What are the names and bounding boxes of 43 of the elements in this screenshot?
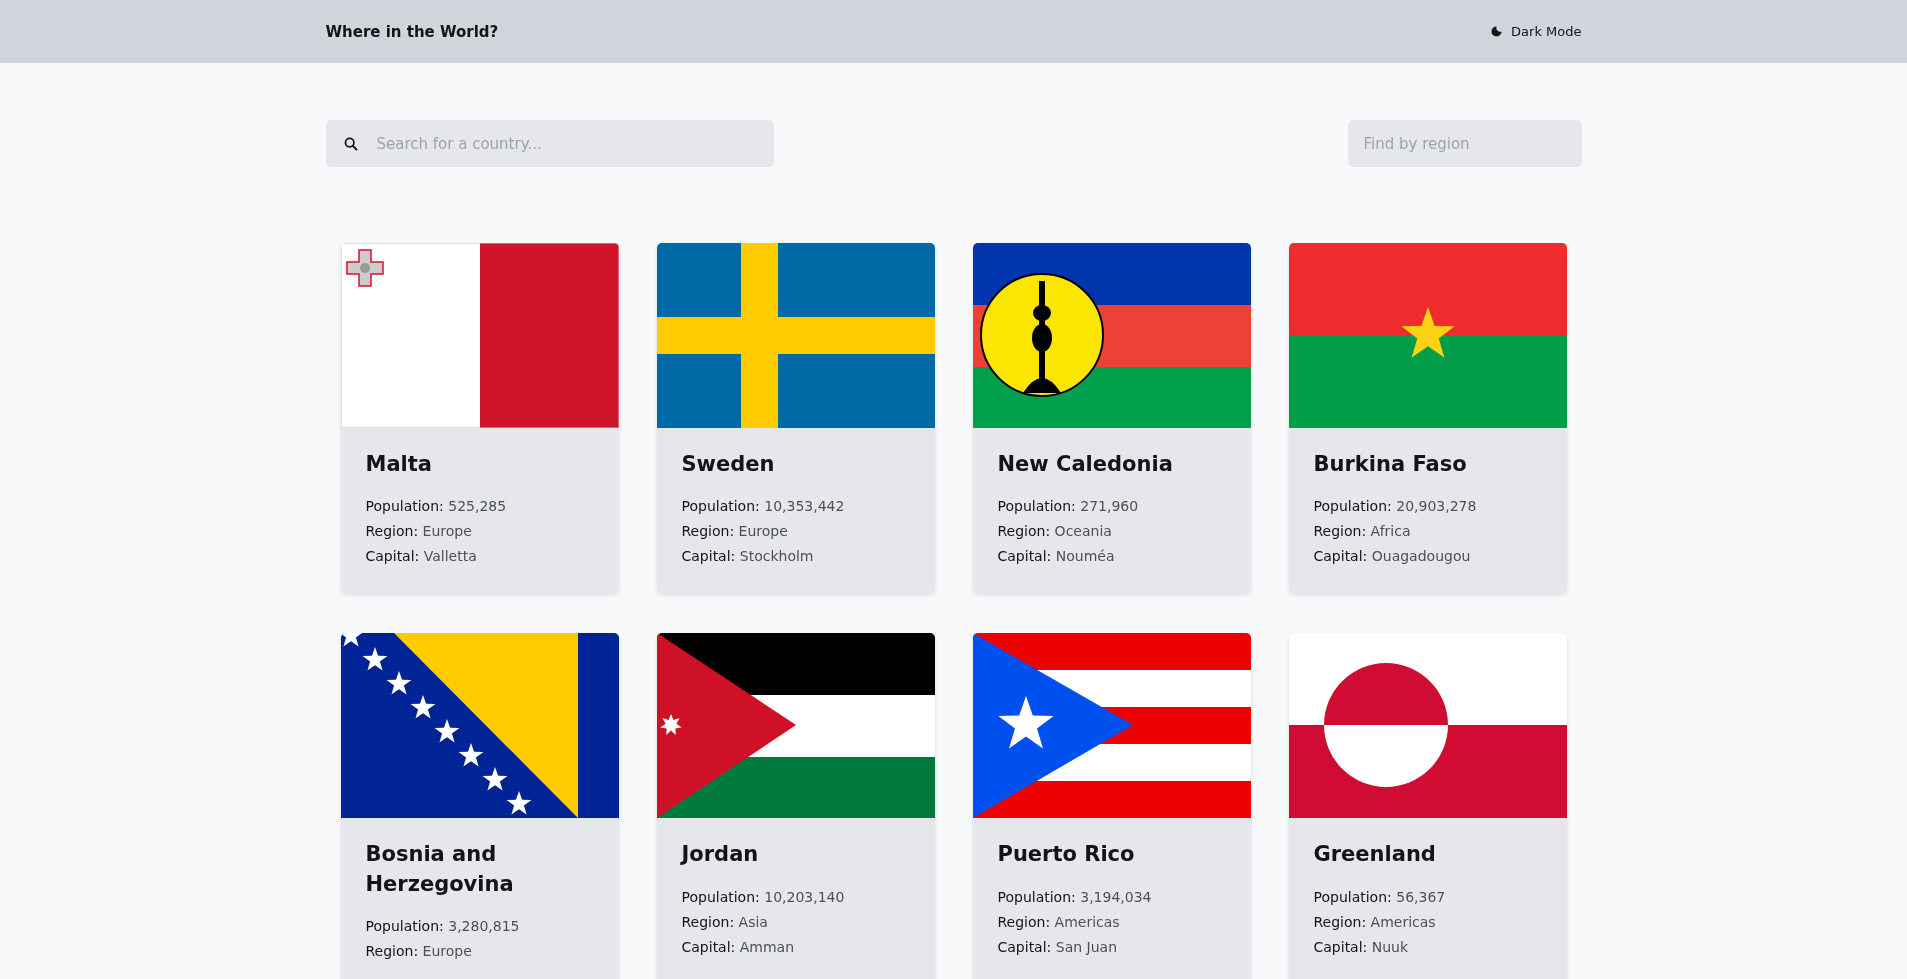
country-detail: Capital: Valletta bbox=[365, 547, 478, 567]
country-card[interactable]: Sweden Population: 10,353,442 Region: Europe Capital: Stockholm bbox=[656, 243, 935, 594]
country-card[interactable]: Malta Population: 525,285 Region: Europe Capital: Valletta bbox=[340, 243, 619, 594]
country-name: Greenland bbox=[1313, 841, 1437, 869]
country-detail: Capital: San Juan bbox=[997, 937, 1118, 957]
country-detail: Population: 20,903,278 bbox=[1313, 497, 1478, 517]
country-detail: Capital: Amman bbox=[681, 937, 796, 957]
country-detail: Population: 10,203,140 bbox=[681, 887, 846, 907]
country-detail: Region: Americas bbox=[997, 912, 1121, 932]
country-detail: Region: Oceania bbox=[997, 522, 1113, 542]
country-detail: Population: 3,194,034 bbox=[997, 887, 1153, 907]
country-detail: Region: Americas bbox=[1313, 912, 1437, 932]
country-detail: Region: Europe bbox=[365, 522, 473, 542]
country-detail: Region: Asia bbox=[681, 912, 769, 932]
country-detail: Population: 10,353,442 bbox=[681, 497, 846, 517]
country-card[interactable]: New Caledonia Population: 271,960 Region: Oceania Capital: Nouméa bbox=[972, 243, 1251, 594]
country-detail: Capital: Nouméa bbox=[997, 547, 1116, 567]
country-name: Puerto Rico bbox=[997, 841, 1136, 869]
site-title: Where in the World? bbox=[325, 22, 499, 41]
country-name: New Caledonia bbox=[997, 451, 1174, 478]
search-field[interactable]: Search for a country... bbox=[325, 120, 774, 167]
country-detail: Region: Europe bbox=[365, 942, 473, 962]
country-name: Jordan bbox=[681, 841, 760, 869]
country-name: Bosnia and Herzegovina bbox=[365, 841, 515, 898]
moon-icon bbox=[1491, 26, 1503, 37]
country-detail: Region: Africa bbox=[1313, 522, 1412, 542]
country-card[interactable]: Jordan Population: 10,203,140 Region: Asia Capital: Amman bbox=[656, 633, 935, 979]
country-detail: Capital: Ouagadougou bbox=[1313, 547, 1472, 567]
country-name: Burkina Faso bbox=[1313, 451, 1468, 478]
country-card[interactable]: Bosnia and Herzegovina Population: 3,280,815 Region: Europe bbox=[340, 633, 619, 979]
country-detail: Region: Europe bbox=[681, 522, 789, 542]
country-name: Malta bbox=[365, 451, 433, 478]
country-detail: Population: 3,280,815 bbox=[365, 917, 521, 937]
country-detail: Population: 525,285 bbox=[365, 497, 508, 517]
country-detail: Population: 56,367 bbox=[1313, 887, 1447, 907]
country-detail: Capital: Nuuk bbox=[1313, 937, 1410, 957]
country-card[interactable]: Greenland Population: 56,367 Region: Americas Capital: Nuuk bbox=[1288, 633, 1567, 979]
country-card[interactable]: Puerto Rico Population: 3,194,034 Region: Americas Capital: San Juan bbox=[972, 633, 1251, 979]
dark-mode-toggle[interactable]: Dark Mode bbox=[1491, 20, 1582, 43]
country-detail: Population: 271,960 bbox=[997, 497, 1140, 517]
country-name: Sweden bbox=[681, 451, 776, 478]
country-card[interactable]: Burkina Faso Population: 20,903,278 Region: Africa Capital: Ouagadougou bbox=[1288, 243, 1567, 594]
country-detail: Capital: Stockholm bbox=[681, 547, 815, 567]
